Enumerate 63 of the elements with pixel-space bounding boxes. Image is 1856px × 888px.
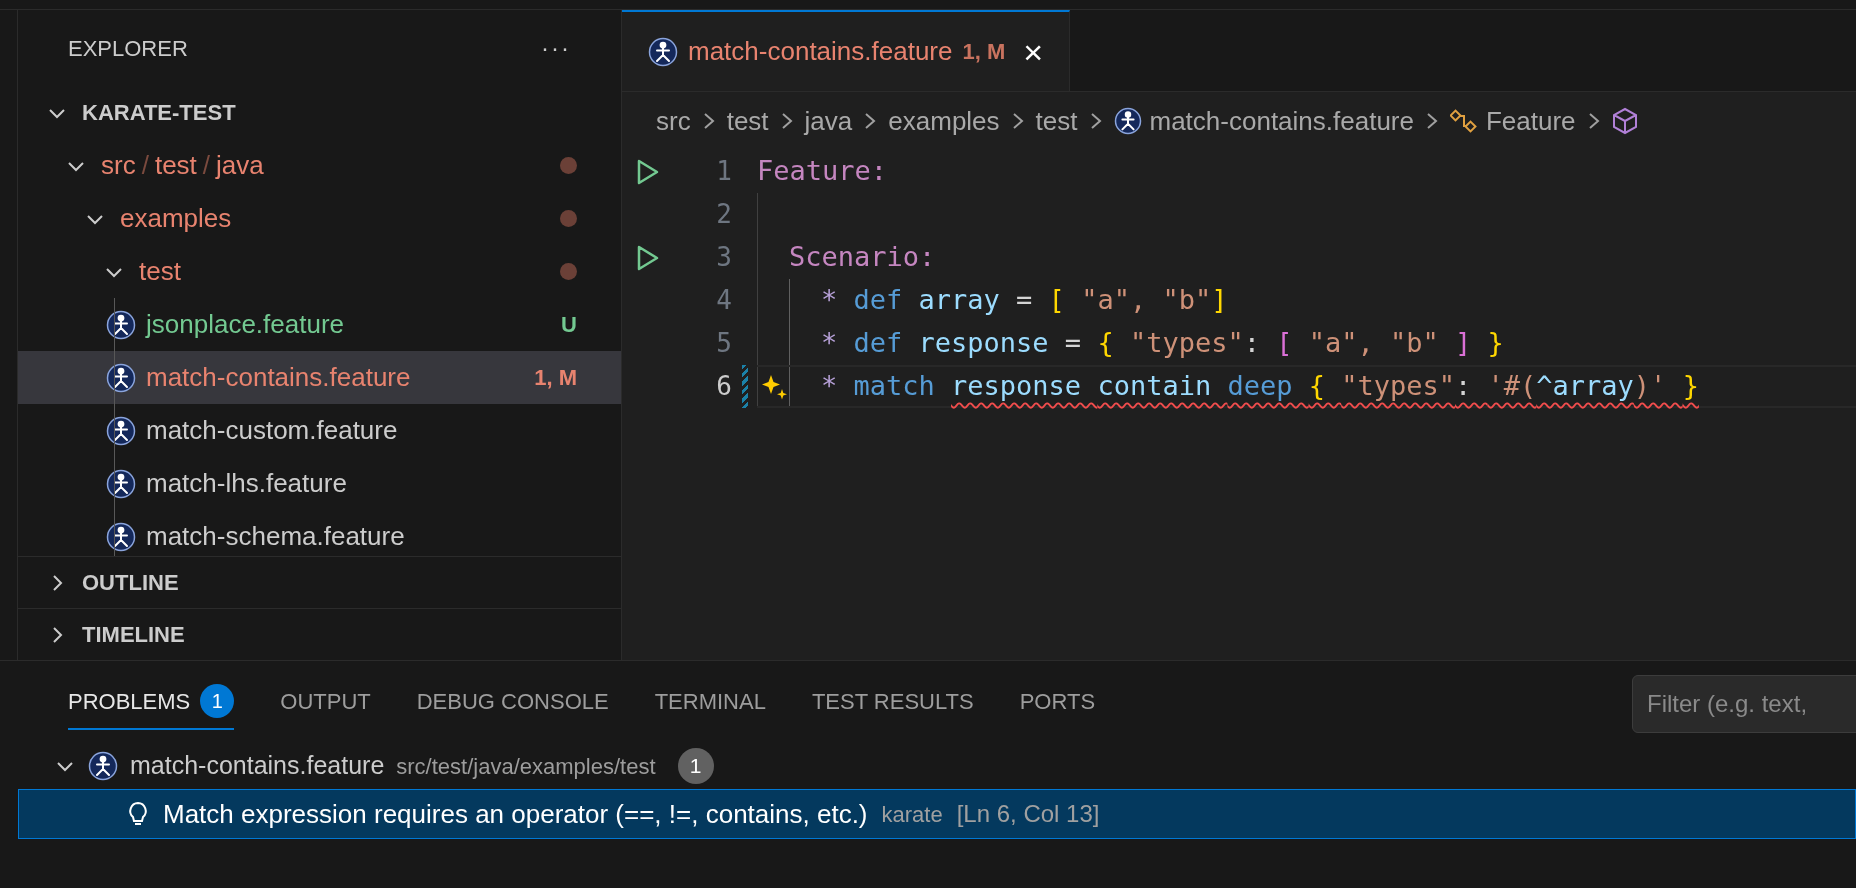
figure-badge-icon [88, 751, 118, 781]
problem-message: Match expression requires an operator (==, !=, contains, etc.) [163, 797, 868, 831]
breadcrumb-item[interactable]: test [1035, 101, 1078, 141]
symbol-icon [1449, 109, 1478, 133]
panel-tab[interactable]: OUTPUT [280, 674, 371, 730]
breadcrumb-item[interactable]: examples [888, 101, 1000, 141]
folder-label[interactable]: KARATE-TEST [82, 96, 236, 129]
status-label: U [561, 311, 577, 339]
lightbulb-icon [127, 800, 149, 828]
problem-source: karate [881, 800, 943, 829]
figure-badge-icon [106, 415, 136, 446]
count-badge: 1 [200, 684, 235, 718]
status-label: 1, M [962, 38, 1006, 66]
breadcrumb-item[interactable]: src [656, 101, 691, 141]
figure-badge-icon [1113, 107, 1142, 135]
line-number: 4 [715, 284, 732, 317]
file-label[interactable]: match-schema.feature [146, 517, 405, 556]
panel-tab[interactable]: DEBUG CONSOLE [416, 674, 609, 730]
breadcrumb-item[interactable]: test [726, 101, 769, 141]
breadcrumb-item[interactable]: match-contains.feature [1149, 101, 1414, 141]
section-header[interactable]: TIMELINE [82, 618, 185, 651]
figure-badge-icon [648, 36, 678, 67]
panel-tab[interactable]: PROBLEMS 1 [68, 674, 235, 730]
problem-location: [Ln 6, Col 13] [956, 799, 1100, 829]
file-label[interactable]: match-contains.feature [146, 358, 411, 397]
problem-row[interactable]: Match expression requires an operator (==, !=, contains, etc.) karate [Ln 6, Col 13] [18, 789, 1856, 839]
line-number: 6 [715, 370, 732, 403]
line-number: 1 [715, 155, 732, 188]
line-number: 2 [715, 198, 732, 231]
breadcrumb-item[interactable]: Feature [1485, 101, 1576, 141]
breadcrumb-item[interactable]: java [804, 101, 853, 141]
line-number: 3 [715, 241, 732, 274]
tab-label: match-contains.feature [688, 35, 953, 68]
panel-tab[interactable]: TEST RESULTS [811, 674, 974, 730]
folder-label[interactable]: src / test / java [101, 146, 264, 185]
filter-field[interactable]: Filter (e.g. text, [1632, 675, 1856, 733]
status-label: 1, M [534, 364, 577, 392]
cube-icon [1611, 107, 1638, 135]
file-label[interactable]: match-contains.feature [130, 747, 385, 785]
file-path: src/test/java/examples/test [396, 752, 656, 781]
editor-tab[interactable]: match-contains.feature 1, M × [622, 10, 1071, 91]
file-label[interactable]: match-lhs.feature [146, 464, 347, 503]
section-header[interactable]: OUTLINE [82, 566, 179, 599]
panel-tab[interactable]: TERMINAL [654, 674, 766, 730]
code-line: Scenario: [789, 240, 936, 275]
folder-label[interactable]: test [139, 252, 181, 291]
file-label[interactable]: match-custom.feature [146, 411, 398, 450]
figure-badge-icon [106, 309, 136, 340]
code-line: * def response = { "types": [ "a", "b" ] } [821, 326, 1504, 361]
more-actions-button[interactable]: ··· [541, 30, 571, 66]
panel-title: EXPLORER [68, 34, 188, 63]
folder-label[interactable]: examples [120, 199, 232, 238]
file-label[interactable]: jsonplace.feature [146, 305, 345, 344]
line-number: 5 [715, 327, 732, 360]
code-line: * def array = [ "a", "b"] [821, 283, 1228, 318]
figure-badge-icon [106, 521, 136, 552]
code-line: * match response contain deep { "types": '#(^array)' } [821, 369, 1699, 404]
panel-tab[interactable]: PORTS [1019, 674, 1096, 730]
figure-badge-icon [106, 362, 136, 393]
close-button[interactable]: × [1023, 34, 1044, 69]
figure-badge-icon [106, 468, 136, 499]
code-line: Feature: [757, 154, 888, 189]
count-badge: 1 [677, 748, 714, 784]
